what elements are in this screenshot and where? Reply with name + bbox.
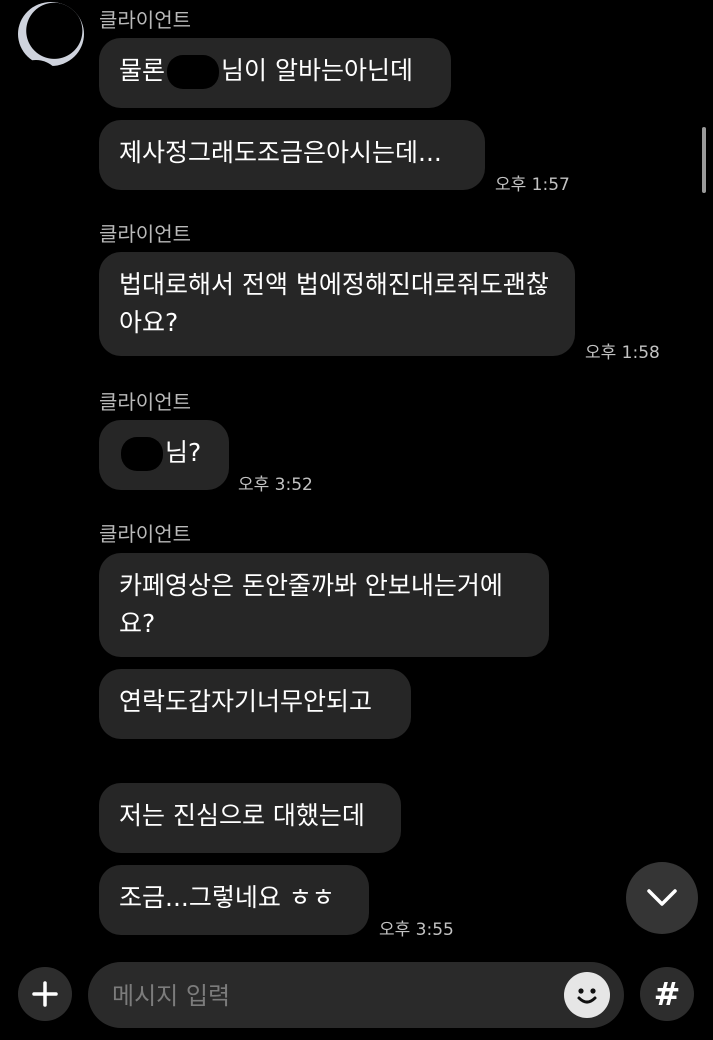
redaction-scribble <box>40 165 88 585</box>
message-bubble[interactable]: 님? <box>99 420 229 490</box>
message-bubble[interactable]: 연락도갑자기너무안되고 <box>99 669 411 739</box>
message-text: 님이 알바는아닌데 <box>221 56 413 85</box>
sender-avatar[interactable] <box>18 2 84 66</box>
chevron-down-icon <box>647 889 677 906</box>
message-time: 오후 3:52 <box>238 475 313 495</box>
message-text: 님? <box>165 438 202 467</box>
avatar-redaction <box>18 2 84 66</box>
hash-icon: # <box>653 975 681 1013</box>
emoji-button[interactable] <box>564 972 610 1018</box>
message-bubble[interactable]: 카페영상은 돈안줄까봐 안보내는거에요? <box>99 553 549 657</box>
message-text: 연락도갑자기너무안되고 <box>119 687 373 716</box>
plus-icon <box>32 981 58 1007</box>
name-redaction <box>121 437 163 471</box>
message-bubble[interactable]: 조금...그렇네요 ㅎㅎ <box>99 865 369 935</box>
message-bubble[interactable]: 물론 님이 알바는아닌데 <box>99 38 451 108</box>
sender-name: 클라이언트 <box>99 390 191 414</box>
sender-name: 클라이언트 <box>99 522 191 546</box>
scroll-to-bottom-button[interactable] <box>626 862 698 934</box>
message-text: 법대로해서 전액 법에정해진대로줘도괜찮아요? <box>119 270 549 337</box>
sender-name: 클라이언트 <box>99 8 191 32</box>
message-time: 오후 1:57 <box>495 175 570 195</box>
message-text: 제사정그래도조금은아시는데... <box>119 138 442 167</box>
message-text: 저는 진심으로 대했는데 <box>119 801 365 830</box>
scrollbar[interactable] <box>702 127 706 193</box>
hashtag-button[interactable]: # <box>640 967 694 1021</box>
message-bubble[interactable]: 법대로해서 전액 법에정해진대로줘도괜찮아요? <box>99 252 575 356</box>
message-bubble[interactable]: 저는 진심으로 대했는데 <box>99 783 401 853</box>
sender-name: 클라이언트 <box>99 222 191 246</box>
message-input-container <box>88 962 624 1030</box>
message-bubble[interactable]: 제사정그래도조금은아시는데... <box>99 120 485 190</box>
message-text: 조금...그렇네요 ㅎㅎ <box>119 883 335 912</box>
message-text: 물론 <box>119 56 166 85</box>
name-redaction <box>167 55 220 89</box>
message-text: 카페영상은 돈안줄까봐 안보내는거에요? <box>119 571 503 638</box>
attach-button[interactable] <box>18 967 72 1021</box>
message-time: 오후 3:55 <box>379 920 454 940</box>
message-time: 오후 1:58 <box>585 343 660 363</box>
smiley-icon <box>577 988 597 1004</box>
message-input[interactable] <box>110 962 554 1030</box>
